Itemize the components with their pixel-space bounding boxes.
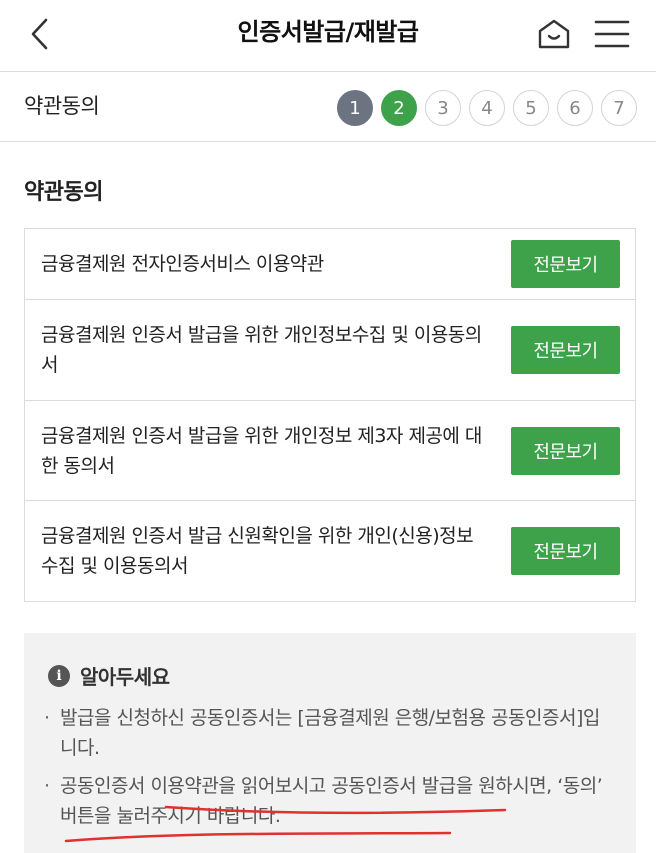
step-title: 약관동의 [24,94,100,118]
term-row: 금융결제원 인증서 발급을 위한 개인정보 제3자 제공에 대한 동의서 전문보… [25,401,635,501]
notice-text: 발급을 신청하신 공동인증서는 [금융결제원 은행/보험용 공동인증서]입니다. [60,707,600,759]
step-indicator-7: 7 [601,90,637,126]
step-indicator-2: 2 [381,90,417,126]
term-title: 금융결제원 전자인증서비스 이용약관 [41,253,324,275]
step-indicators: 1 2 3 4 5 6 7 [337,90,637,126]
notice-text: 공동인증서 이용약관을 읽어보시고 공동인증서 발급을 원하시면, ‘동의’ 버… [60,775,603,827]
step-indicator-4: 4 [469,90,505,126]
view-full-text-button[interactable]: 전문보기 [511,527,620,575]
view-full-text-button[interactable]: 전문보기 [511,326,620,374]
bullet-dot: · [44,707,50,729]
notice-box: i 알아두세요 · 발급을 신청하신 공동인증서는 [금융결제원 은행/보험용 … [24,633,636,853]
term-title: 금융결제원 인증서 발급을 위한 개인정보 제3자 제공에 대한 동의서 [41,424,482,477]
term-title: 금융결제원 인증서 발급 신원확인을 위한 개인(신용)정보 수집 및 이용동의… [41,525,474,577]
step-indicator-5: 5 [513,90,549,126]
terms-list: 금융결제원 전자인증서비스 이용약관 전문보기 금융결제원 인증서 발급을 위한… [24,228,636,602]
term-row: 금융결제원 전자인증서비스 이용약관 전문보기 [25,229,635,300]
notice-item: · 공동인증서 이용약관을 읽어보시고 공동인증서 발급을 원하시면, ‘동의’… [44,771,614,831]
menu-button[interactable] [592,14,632,54]
bullet-dot: · [44,775,50,797]
app-header: 인증서발급/재발급 [0,0,656,72]
home-icon [538,19,570,49]
info-icon: i [48,664,70,687]
hamburger-menu-icon [594,20,630,48]
step-indicator-3: 3 [425,90,461,126]
notice-item: · 발급을 신청하신 공동인증서는 [금융결제원 은행/보험용 공동인증서]입니… [44,703,614,763]
term-row: 금융결제원 인증서 발급 신원확인을 위한 개인(신용)정보 수집 및 이용동의… [25,501,635,601]
view-full-text-button[interactable]: 전문보기 [511,240,620,288]
view-full-text-button[interactable]: 전문보기 [511,427,620,475]
step-progress-bar: 약관동의 1 2 3 4 5 6 7 [0,72,656,142]
term-title: 금융결제원 인증서 발급을 위한 개인정보수집 및 이용동의서 [41,324,482,376]
term-row: 금융결제원 인증서 발급을 위한 개인정보수집 및 이용동의서 전문보기 [25,300,635,401]
section-title: 약관동의 [24,180,103,205]
notice-list: · 발급을 신청하신 공동인증서는 [금융결제원 은행/보험용 공동인증서]입니… [44,703,614,839]
home-button[interactable] [534,14,574,54]
notice-header: i 알아두세요 [48,661,170,690]
step-indicator-6: 6 [557,90,593,126]
notice-title: 알아두세요 [80,665,170,689]
step-indicator-1: 1 [337,90,373,126]
